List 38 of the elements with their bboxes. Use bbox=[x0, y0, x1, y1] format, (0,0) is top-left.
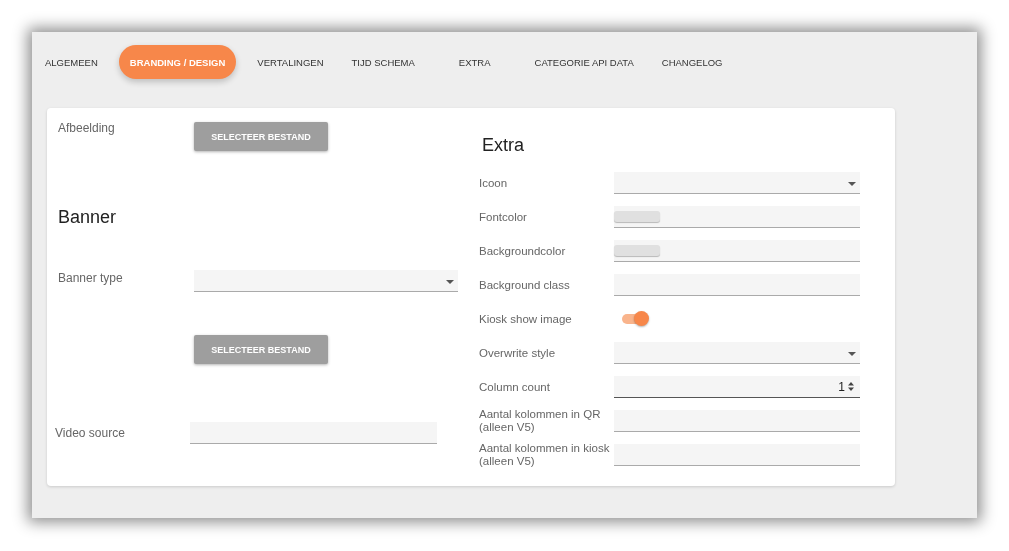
toggle-switch[interactable] bbox=[622, 314, 646, 324]
select-field[interactable] bbox=[614, 342, 860, 364]
tab[interactable]: CATEGORIE API DATA bbox=[527, 45, 641, 79]
spinner-icon bbox=[848, 382, 854, 391]
color-swatch[interactable] bbox=[614, 245, 660, 256]
tab[interactable]: VERTALINGEN bbox=[250, 45, 331, 79]
field-label: Afbeelding bbox=[57, 120, 116, 135]
field-label: Video source bbox=[55, 425, 126, 440]
field-label: Icoon bbox=[479, 176, 509, 190]
field-label: Background class bbox=[479, 278, 571, 292]
field-label: Fontcolor bbox=[479, 210, 528, 224]
field-label: Aantal kolommen in kiosk (alleen V5) bbox=[479, 442, 611, 468]
input-field[interactable] bbox=[614, 274, 860, 296]
field-label: Banner type bbox=[57, 270, 124, 285]
caret-icon bbox=[848, 352, 856, 356]
caret-icon bbox=[848, 182, 856, 186]
input-field[interactable] bbox=[614, 444, 860, 466]
field-label: Backgroundcolor bbox=[479, 244, 567, 258]
color-field[interactable] bbox=[614, 240, 860, 262]
input-field[interactable] bbox=[190, 422, 437, 444]
tab[interactable]: CHANGELOG bbox=[654, 45, 730, 79]
section-heading: Banner bbox=[58, 207, 118, 229]
select-field[interactable] bbox=[194, 270, 458, 292]
input-field[interactable] bbox=[614, 410, 860, 432]
number-field[interactable]: 1 bbox=[614, 376, 860, 398]
tab[interactable]: ALGEMEEN bbox=[38, 45, 105, 79]
select-field[interactable] bbox=[614, 172, 860, 194]
field-label: Aantal kolommen in QR (alleen V5) bbox=[479, 408, 602, 434]
caret-icon bbox=[446, 280, 454, 284]
field-label: Kiosk show image bbox=[479, 312, 573, 326]
field-label: Column count bbox=[479, 380, 551, 394]
color-swatch[interactable] bbox=[614, 211, 660, 222]
section-heading: Extra bbox=[482, 135, 525, 157]
tab[interactable]: TIJD SCHEMA bbox=[344, 45, 422, 79]
color-field[interactable] bbox=[614, 206, 860, 228]
field-value: 1 bbox=[838, 379, 845, 394]
tab[interactable]: EXTRA bbox=[451, 45, 498, 79]
field-label: Overwrite style bbox=[479, 346, 557, 360]
